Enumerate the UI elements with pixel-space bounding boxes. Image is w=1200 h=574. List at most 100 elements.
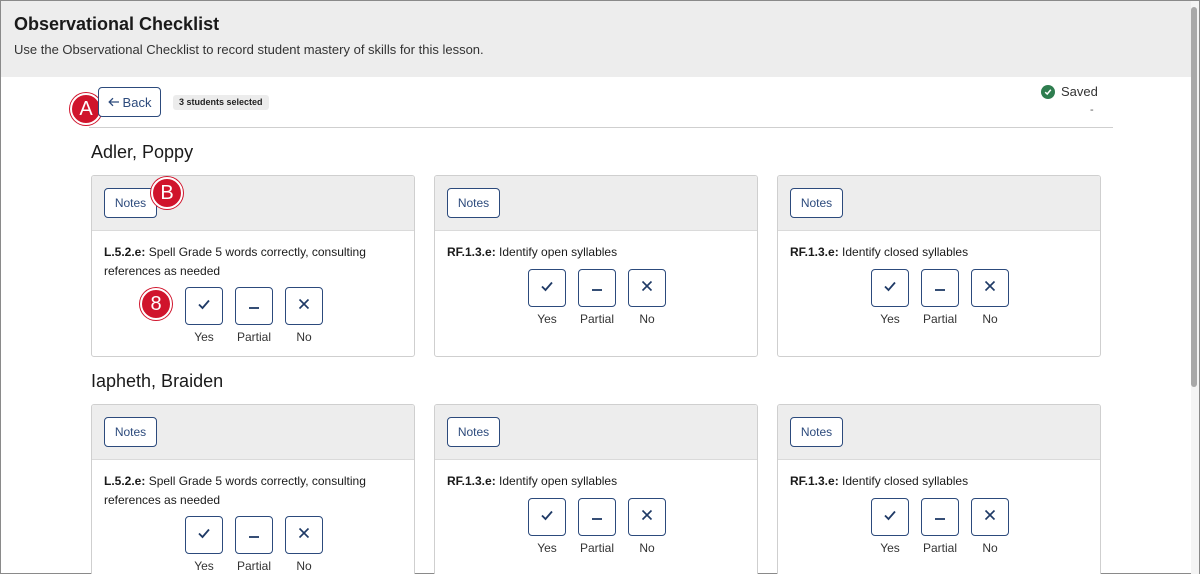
saved-status: Saved: [1041, 84, 1098, 99]
option-no: No: [285, 516, 323, 573]
card-header: Notes: [92, 405, 414, 460]
checklist-card: Notes RF.1.3.e: Identify open syllables …: [434, 404, 758, 574]
skill-description: L.5.2.e: Spell Grade 5 words correctly, …: [104, 472, 404, 510]
skill-code: L.5.2.e:: [104, 245, 146, 259]
yes-button[interactable]: [528, 269, 566, 307]
yes-label: Yes: [537, 312, 557, 326]
partial-button[interactable]: [578, 498, 616, 536]
partial-button[interactable]: [578, 269, 616, 307]
check-icon: [197, 526, 211, 544]
option-partial: Partial: [235, 287, 273, 344]
callout-marker-8: 8: [140, 288, 172, 320]
skill-code: L.5.2.e:: [104, 474, 146, 488]
skill-text: Identify closed syllables: [838, 245, 969, 259]
skill-text: Identify open syllables: [495, 245, 618, 259]
no-button[interactable]: [628, 269, 666, 307]
scrollbar-thumb[interactable]: [1191, 7, 1197, 387]
checklist-card: Notes RF.1.3.e: Identify closed syllable…: [777, 175, 1101, 357]
partial-label: Partial: [236, 330, 271, 344]
vertical-scrollbar[interactable]: [1191, 1, 1199, 574]
yes-button[interactable]: [871, 498, 909, 536]
page-subtitle: Use the Observational Checklist to recor…: [14, 42, 484, 57]
skill-code: RF.1.3.e:: [447, 474, 496, 488]
option-partial: Partial: [921, 498, 959, 555]
notes-button[interactable]: Notes: [447, 188, 500, 218]
student-name: Iapheth, Braiden: [91, 371, 224, 391]
check-icon: [883, 508, 897, 526]
yes-label: Yes: [880, 312, 900, 326]
notes-button[interactable]: Notes: [790, 417, 843, 447]
check-icon: [540, 508, 554, 526]
check-icon: [883, 279, 897, 297]
notes-button[interactable]: Notes: [104, 417, 157, 447]
partial-label: Partial: [579, 541, 614, 555]
minus-icon: [247, 526, 261, 544]
minus-icon: [247, 297, 261, 315]
minus-icon: [590, 508, 604, 526]
mastery-options: Yes Partial No: [185, 287, 323, 344]
page-header: Observational Checklist Use the Observat…: [1, 1, 1199, 77]
x-icon: [298, 526, 310, 544]
partial-button[interactable]: [235, 287, 273, 325]
skill-code: RF.1.3.e:: [447, 245, 496, 259]
notes-button[interactable]: Notes: [790, 188, 843, 218]
checklist-card: Notes L.5.2.e: Spell Grade 5 words corre…: [91, 404, 415, 574]
no-button[interactable]: [285, 516, 323, 554]
minus-icon: [933, 508, 947, 526]
partial-label: Partial: [579, 312, 614, 326]
checklist-card: Notes RF.1.3.e: Identify open syllables …: [434, 175, 758, 357]
partial-button[interactable]: [235, 516, 273, 554]
yes-label: Yes: [194, 330, 214, 344]
no-label: No: [296, 559, 312, 573]
option-partial: Partial: [921, 269, 959, 326]
option-no: No: [971, 498, 1009, 555]
students-selected-badge: 3 students selected: [173, 95, 269, 110]
yes-label: Yes: [537, 541, 557, 555]
x-icon: [641, 279, 653, 297]
student-name: Adler, Poppy: [91, 142, 194, 162]
skill-text: Identify closed syllables: [838, 474, 969, 488]
option-yes: Yes: [185, 516, 223, 573]
no-label: No: [982, 312, 998, 326]
card-header: Notes: [435, 176, 757, 231]
no-label: No: [296, 330, 312, 344]
partial-button[interactable]: [921, 269, 959, 307]
card-header: Notes: [778, 176, 1100, 231]
no-label: No: [639, 541, 655, 555]
check-circle-icon: [1041, 84, 1055, 99]
option-partial: Partial: [235, 516, 273, 573]
mastery-options: Yes Partial No: [528, 498, 666, 555]
option-yes: Yes: [871, 269, 909, 326]
no-button[interactable]: [971, 269, 1009, 307]
notes-button[interactable]: Notes: [447, 417, 500, 447]
x-icon: [298, 297, 310, 315]
skill-code: RF.1.3.e:: [790, 245, 839, 259]
minus-icon: [590, 279, 604, 297]
option-no: No: [971, 269, 1009, 326]
card-header: Notes: [435, 405, 757, 460]
yes-button[interactable]: [185, 287, 223, 325]
option-partial: Partial: [578, 498, 616, 555]
yes-label: Yes: [880, 541, 900, 555]
checklist-card: Notes L.5.2.e: Spell Grade 5 words corre…: [91, 175, 415, 357]
back-button[interactable]: Back: [98, 87, 161, 117]
partial-button[interactable]: [921, 498, 959, 536]
card-header: Notes: [778, 405, 1100, 460]
checklist-card: Notes RF.1.3.e: Identify closed syllable…: [777, 404, 1101, 574]
yes-label: Yes: [194, 559, 214, 573]
option-yes: Yes: [185, 287, 223, 344]
yes-button[interactable]: [871, 269, 909, 307]
callout-marker-b: B: [151, 177, 183, 209]
partial-label: Partial: [236, 559, 271, 573]
notes-button[interactable]: Notes: [104, 188, 157, 218]
page-title: Observational Checklist: [14, 14, 220, 34]
yes-button[interactable]: [185, 516, 223, 554]
skill-description: RF.1.3.e: Identify open syllables: [447, 472, 747, 491]
check-icon: [540, 279, 554, 297]
no-button[interactable]: [971, 498, 1009, 536]
mastery-options: Yes Partial No: [528, 269, 666, 326]
no-button[interactable]: [285, 287, 323, 325]
no-button[interactable]: [628, 498, 666, 536]
option-no: No: [628, 498, 666, 555]
yes-button[interactable]: [528, 498, 566, 536]
